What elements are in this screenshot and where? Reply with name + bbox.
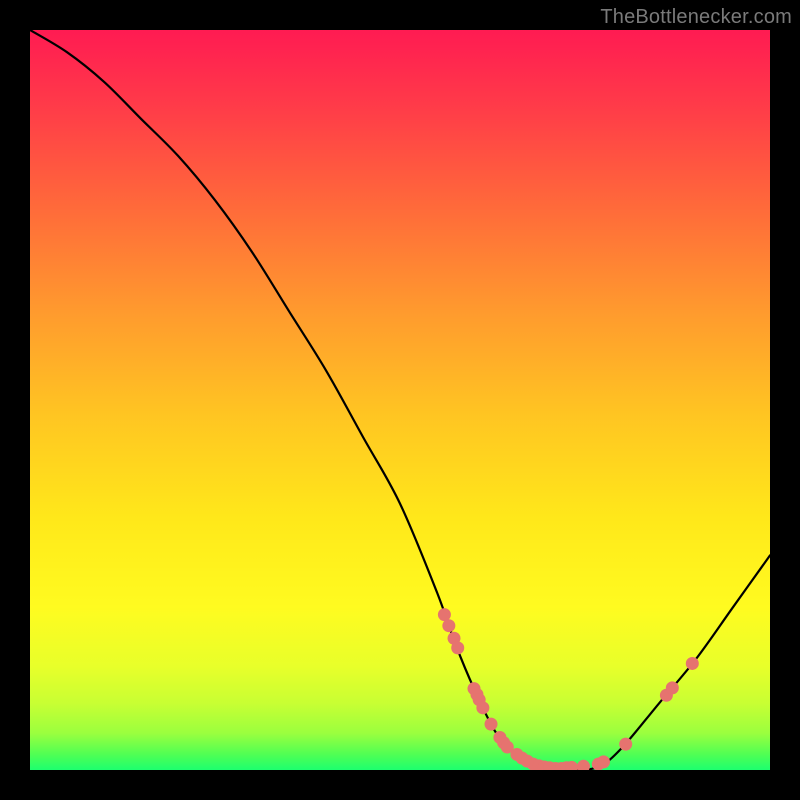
curve-layer [30, 30, 770, 770]
marker-dot [442, 619, 455, 632]
marker-dot [577, 760, 590, 770]
marker-group [438, 608, 699, 770]
bottleneck-curve [30, 30, 770, 770]
marker-dot [666, 681, 679, 694]
plot-area [30, 30, 770, 770]
marker-dot [686, 657, 699, 670]
marker-dot [485, 718, 498, 731]
chart-stage: TheBottlenecker.com [0, 0, 800, 800]
marker-dot [619, 738, 632, 751]
marker-dot [476, 701, 489, 714]
marker-dot [438, 608, 451, 621]
marker-dot [451, 641, 464, 654]
marker-dot [597, 755, 610, 768]
credit-watermark: TheBottlenecker.com [600, 6, 792, 29]
